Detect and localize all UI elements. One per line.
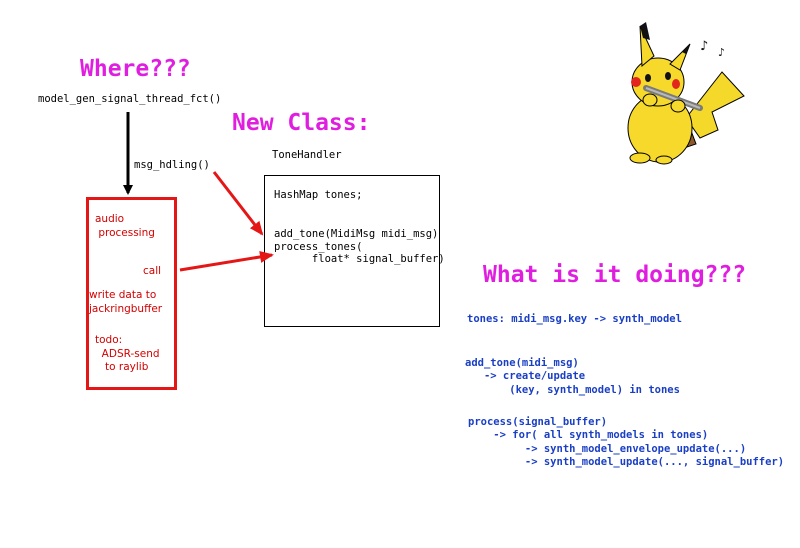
arrow-call-to-class xyxy=(179,251,274,272)
pikachu-illustration: ♪ ♪ xyxy=(627,22,745,165)
arrow-msg-to-class xyxy=(212,171,264,236)
svg-text:♪: ♪ xyxy=(700,39,708,54)
arrows-layer: ♪ ♪ xyxy=(123,22,745,272)
svg-text:♪: ♪ xyxy=(718,46,725,59)
